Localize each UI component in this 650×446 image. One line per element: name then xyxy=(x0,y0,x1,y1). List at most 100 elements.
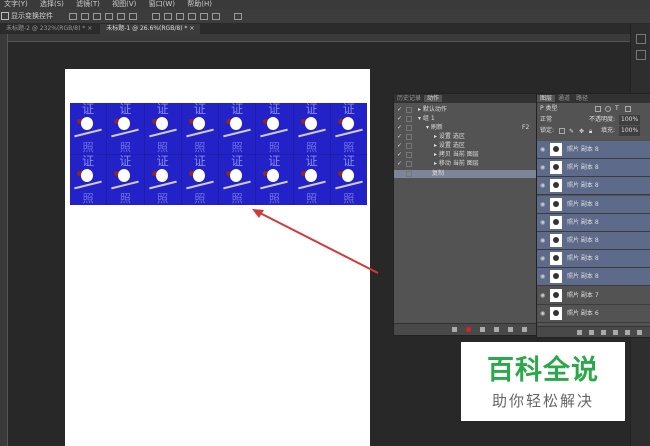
action-toggle-check[interactable]: ✓ xyxy=(397,115,402,123)
layer-row[interactable]: ◉ 照片 副本 7 xyxy=(537,287,650,305)
fill-input[interactable]: 100% xyxy=(619,126,641,136)
layer-row[interactable]: ◉ 照片 副本 8 xyxy=(537,177,650,196)
lock-image-icon[interactable]: ✎ xyxy=(569,127,574,137)
add-mask-icon[interactable] xyxy=(601,330,606,335)
layer-row[interactable]: ◉ 照片 副本 8 xyxy=(537,268,650,287)
lock-transparency-icon[interactable] xyxy=(559,128,565,134)
tab-paths[interactable]: 路径 xyxy=(573,95,591,102)
lock-all-icon[interactable]: 🔒︎ xyxy=(589,127,592,137)
action-toggle-check[interactable]: ✓ xyxy=(397,142,402,150)
filter-adjustment-icon[interactable] xyxy=(605,106,611,112)
dialog-toggle-box[interactable] xyxy=(406,125,412,131)
action-row[interactable]: ✓ ▸ 移动 当前 图层 xyxy=(394,160,538,168)
layer-thumbnail xyxy=(550,143,562,156)
dialog-toggle-box[interactable] xyxy=(406,143,412,149)
layer-row[interactable]: ◉ 照片 副本 8 xyxy=(537,250,650,269)
visibility-eye-icon[interactable]: ◉ xyxy=(540,159,545,176)
visibility-eye-icon[interactable]: ◉ xyxy=(540,214,545,231)
lock-label: 锁定: xyxy=(540,127,555,134)
layers-panel-header: 图层 通道 路径 xyxy=(537,94,650,103)
layers-panel-footer xyxy=(537,326,650,337)
action-row[interactable]: ✓ ▸ 设置 选区 xyxy=(394,142,538,150)
filter-type-icon[interactable]: T xyxy=(615,104,619,114)
action-label: ▸ 移动 当前 图层 xyxy=(434,160,479,167)
action-label: ▾ 组 1 xyxy=(418,115,435,122)
layer-thumbnail xyxy=(550,179,562,193)
layer-row[interactable]: ◉ 照片 副本 8 xyxy=(537,232,650,250)
action-toggle-check[interactable]: ✓ xyxy=(397,133,402,141)
play-icon[interactable] xyxy=(480,327,485,332)
action-row[interactable]: ✓ ▾ 刷新 F2 xyxy=(394,124,538,132)
dialog-toggle-box[interactable] xyxy=(406,107,412,113)
layer-filter-select[interactable]: P 类型 xyxy=(540,104,558,114)
action-row[interactable]: ✓ ▸ 设置 选区 xyxy=(394,133,538,141)
tab-layers[interactable]: 图层 xyxy=(537,95,556,102)
layer-thumbnail xyxy=(550,306,562,320)
new-set-icon[interactable] xyxy=(494,327,499,332)
action-label: ▾ 刷新 xyxy=(426,124,443,131)
dialog-toggle-box[interactable] xyxy=(406,161,412,167)
opacity-input[interactable]: 100% xyxy=(619,115,641,125)
layer-filter-row: P 类型 T xyxy=(537,104,650,114)
layer-row[interactable]: ◉ 照片 副本 8 xyxy=(537,213,650,232)
tab-actions[interactable]: 动作 xyxy=(424,95,443,102)
delete-action-icon[interactable] xyxy=(522,327,527,332)
dialog-toggle-box[interactable] xyxy=(406,134,412,140)
lock-position-icon[interactable]: ✥ xyxy=(579,127,584,137)
dialog-toggle-box[interactable] xyxy=(406,152,412,158)
visibility-eye-icon[interactable]: ◉ xyxy=(540,268,545,285)
action-toggle-check[interactable]: ✓ xyxy=(397,124,402,132)
layer-row[interactable]: ◉ 照片 副本 8 xyxy=(537,159,650,178)
layer-name: 照片 副本 8 xyxy=(567,164,599,172)
stop-icon[interactable] xyxy=(452,327,457,332)
visibility-eye-icon[interactable]: ◉ xyxy=(540,232,545,249)
filter-pixel-icon[interactable] xyxy=(595,106,601,112)
layer-row[interactable]: ◉ 照片 副本 8 xyxy=(537,141,650,159)
action-row[interactable]: ✓ ▸ 默认动作 xyxy=(394,106,538,114)
actions-panel-footer xyxy=(394,323,538,335)
visibility-eye-icon[interactable]: ◉ xyxy=(540,141,545,158)
action-row[interactable]: ✓ ▾ 组 1 xyxy=(394,115,538,123)
link-layers-icon[interactable] xyxy=(577,330,582,335)
visibility-eye-icon[interactable]: ◉ xyxy=(540,287,545,304)
blend-row: 正常 不透明度: 100% xyxy=(537,115,650,125)
layer-row[interactable]: ◉ 照片 副本 8 xyxy=(537,195,650,214)
tab-channels[interactable]: 通道 xyxy=(555,95,573,102)
action-row[interactable]: ✓ ▸ 拷贝 当前 图层 xyxy=(394,151,538,159)
visibility-eye-icon[interactable]: ◉ xyxy=(540,305,545,322)
layer-thumbnail xyxy=(550,252,562,266)
filter-shape-icon[interactable] xyxy=(625,106,631,112)
visibility-eye-icon[interactable]: ◉ xyxy=(540,196,545,213)
layer-name: 照片 副本 8 xyxy=(567,255,599,263)
annotation-arrow-line xyxy=(257,211,379,274)
layer-name: 照片 副本 8 xyxy=(567,273,599,281)
layer-name: 照片 副本 8 xyxy=(567,182,599,190)
layer-thumbnail xyxy=(550,234,562,247)
layer-row[interactable]: ◉ 照片 副本 6 xyxy=(537,305,650,323)
action-shortcut: F2 xyxy=(522,124,530,131)
dialog-toggle-box[interactable] xyxy=(406,171,412,177)
action-label: ▸ 拷贝 当前 图层 xyxy=(434,151,479,158)
action-row[interactable]: 复制 xyxy=(394,170,538,178)
action-label: 复制 xyxy=(432,170,445,177)
layer-style-icon[interactable] xyxy=(589,330,594,335)
layer-thumbnail xyxy=(550,215,562,229)
blend-mode-select[interactable]: 正常 xyxy=(540,115,552,125)
new-action-icon[interactable] xyxy=(508,327,513,332)
visibility-eye-icon[interactable]: ◉ xyxy=(540,177,545,194)
record-icon[interactable] xyxy=(466,327,471,332)
actions-panel: 历史记录 动作 ✓ ▸ 默认动作 ✓ ▾ 组 1 ✓ ▾ 刷新 F2 ✓ ▸ 设置 选区 ✓ ▸ 设置… xyxy=(393,93,539,336)
action-toggle-check[interactable]: ✓ xyxy=(397,106,402,114)
action-toggle-check[interactable]: ✓ xyxy=(397,160,402,168)
opacity-label: 不透明度: xyxy=(589,116,616,123)
tab-history[interactable]: 历史记录 xyxy=(394,95,424,102)
visibility-eye-icon[interactable]: ◉ xyxy=(540,250,545,267)
action-toggle-check[interactable]: ✓ xyxy=(397,151,402,159)
adjustment-layer-icon[interactable] xyxy=(613,330,618,335)
watermark-title: 百科全说 xyxy=(487,355,599,386)
new-group-icon[interactable] xyxy=(625,330,630,335)
dialog-toggle-box[interactable] xyxy=(406,116,412,122)
layer-thumbnail xyxy=(550,197,562,211)
action-label: ▸ 设置 选区 xyxy=(434,133,465,140)
new-layer-icon[interactable] xyxy=(637,330,642,335)
